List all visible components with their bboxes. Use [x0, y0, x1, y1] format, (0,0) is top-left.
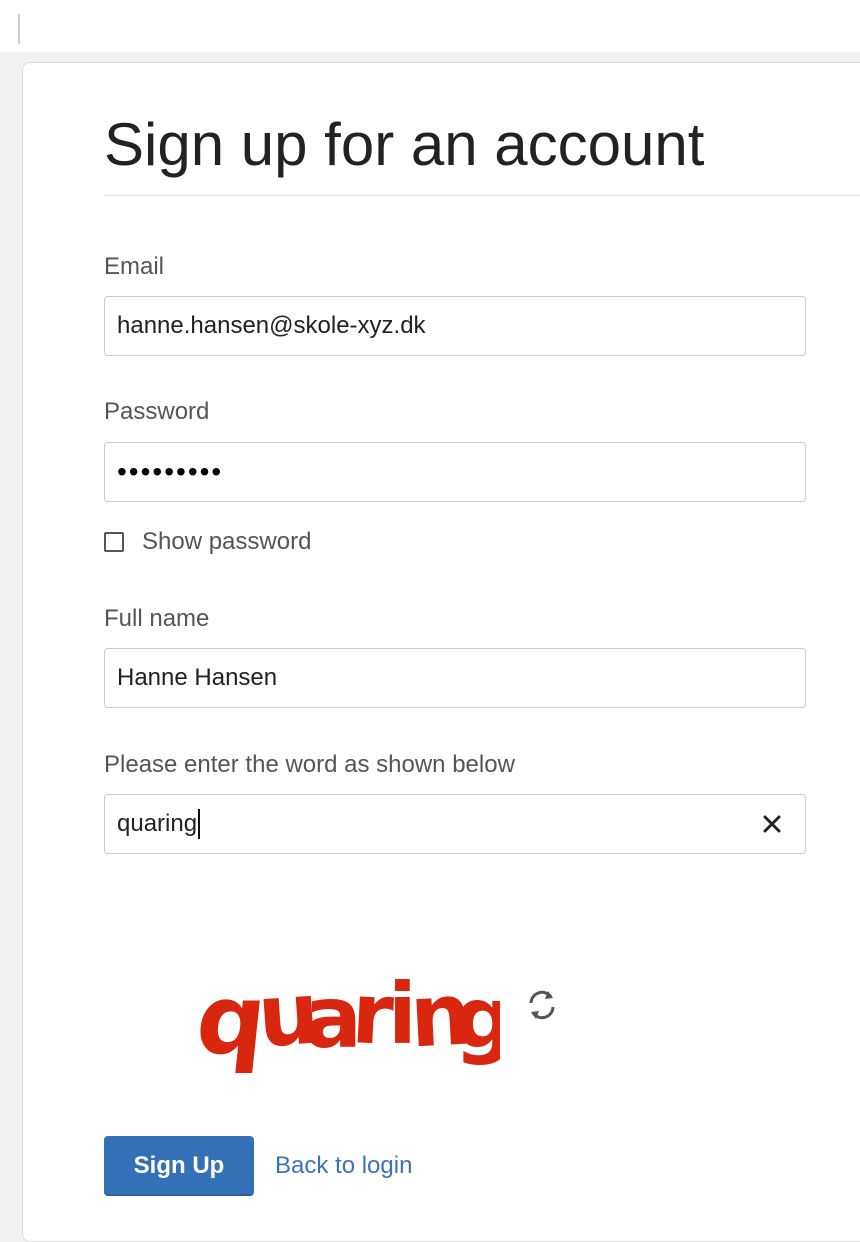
top-bar [0, 0, 860, 52]
fullname-label: Full name [104, 605, 210, 632]
svg-text:g: g [454, 969, 500, 1067]
show-password-row[interactable]: Show password [104, 526, 311, 558]
show-password-label[interactable]: Show password [142, 528, 311, 556]
top-divider [18, 14, 20, 44]
email-field-box[interactable] [104, 296, 806, 356]
captcha-input[interactable]: quaring [117, 810, 197, 838]
password-field-box[interactable]: ••••••••• [104, 442, 806, 502]
back-to-login-link[interactable]: Back to login [275, 1151, 412, 1181]
email-field[interactable] [117, 312, 793, 340]
title-divider [104, 195, 860, 196]
sign-up-button[interactable]: Sign Up [104, 1136, 254, 1196]
text-caret [198, 809, 201, 839]
show-password-checkbox[interactable] [104, 532, 124, 552]
fullname-field-box[interactable] [104, 648, 806, 708]
close-icon[interactable] [757, 809, 787, 839]
captcha-label: Please enter the word as shown below [104, 751, 515, 778]
password-label: Password [104, 398, 210, 425]
fullname-field[interactable] [117, 664, 793, 692]
captcha-field-box[interactable]: quaring [104, 794, 806, 854]
email-label: Email [104, 253, 165, 280]
captcha-image: q u a r i n g [191, 935, 514, 1085]
refresh-icon[interactable] [522, 985, 562, 1025]
password-field[interactable]: ••••••••• [117, 456, 223, 488]
page-title: Sign up for an account [104, 111, 705, 178]
